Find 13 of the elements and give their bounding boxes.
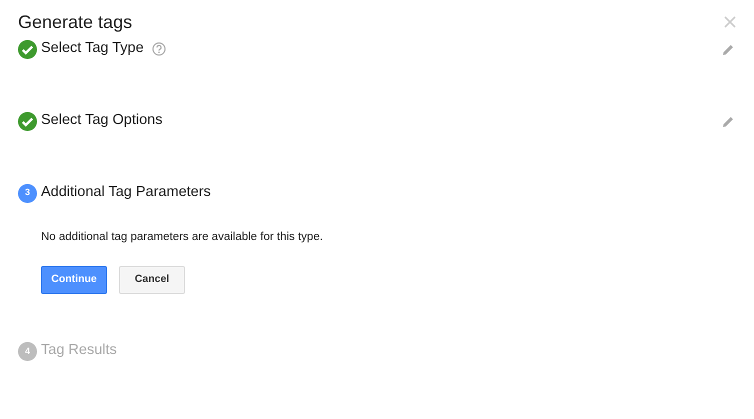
close-icon[interactable] xyxy=(724,16,736,28)
pencil-icon[interactable] xyxy=(723,44,734,54)
step-title: Select Tag Type xyxy=(41,39,144,58)
step-title: Tag Results xyxy=(41,341,117,360)
step-title: Select Tag Options xyxy=(41,111,162,130)
step-title: Additional Tag Parameters xyxy=(41,183,211,202)
help-icon[interactable] xyxy=(152,42,166,56)
step-number: 3 xyxy=(18,184,37,202)
pencil-icon[interactable] xyxy=(723,116,734,126)
cancel-button[interactable]: Cancel xyxy=(119,266,185,294)
message-text: No additional tag parameters are available for this type. xyxy=(41,230,324,245)
step-number: 4 xyxy=(18,342,37,361)
dialog-title: Generate tags xyxy=(18,11,132,34)
